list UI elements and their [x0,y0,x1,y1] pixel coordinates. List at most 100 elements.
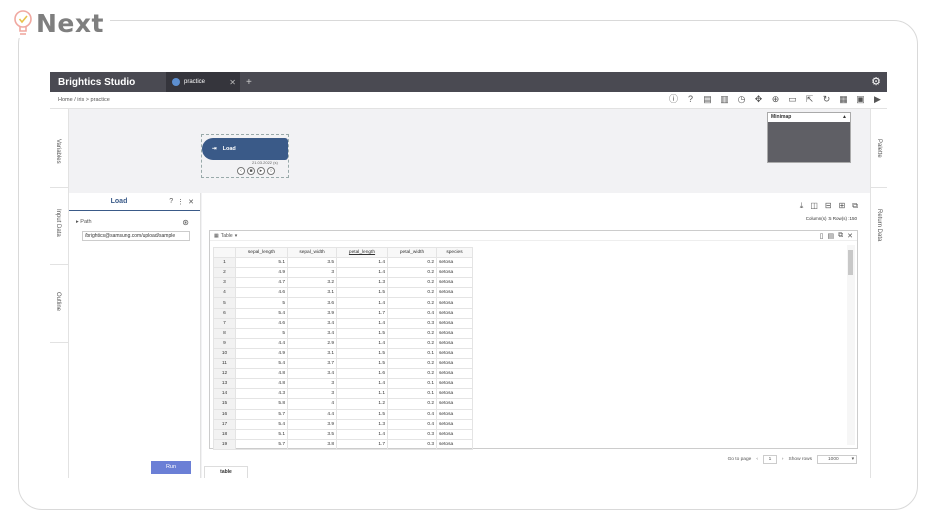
add-tab-button[interactable]: + [246,77,252,88]
row-index[interactable]: 1 [213,257,236,269]
row-index[interactable]: 8 [213,327,236,339]
table-cell[interactable]: 3.9 [287,307,337,319]
table-cell[interactable]: 1.4 [336,267,388,279]
row-index[interactable]: 4 [213,287,236,299]
row-index[interactable]: 19 [213,438,236,450]
help-icon[interactable]: ? [169,198,173,206]
calendar-icon[interactable]: ▣ [855,94,866,105]
chevron-up-icon[interactable]: ▲ [842,113,847,122]
table-row[interactable]: 12 4.8 3.4 1.6 0.2 setosa [213,368,473,380]
row-index[interactable]: 9 [213,337,236,349]
row-index[interactable]: 11 [213,358,236,370]
table-cell[interactable]: 1.7 [336,307,388,319]
workflow-canvas[interactable]: ⇥ Load 21.03.2022 (s) ‹ ■ ▸ ○ Minimap ▲ [69,109,870,193]
zoom-icon[interactable]: ⊕ [770,94,781,105]
tab-outline[interactable]: Outline [55,292,61,311]
split-horizontal-icon[interactable]: ⊟ [825,201,832,211]
table-cell[interactable]: setosa [436,408,473,420]
row-index[interactable]: 16 [213,408,236,420]
table-cell[interactable]: 0.2 [387,257,437,269]
table-cell[interactable]: 0.1 [387,378,437,390]
table-cell[interactable]: 1.4 [336,428,388,440]
table-cell[interactable]: 3 [287,388,337,400]
table-cell[interactable]: 0.2 [387,287,437,299]
scroll-thumb[interactable] [848,250,853,275]
table-cell[interactable]: 4 [287,398,337,410]
row-index[interactable]: 18 [213,428,236,440]
table-row[interactable]: 3 4.7 3.2 1.3 0.2 setosa [213,277,473,289]
table-row[interactable]: 19 5.7 3.8 1.7 0.3 setosa [213,438,473,450]
columns-icon[interactable]: ▤ [828,232,835,240]
column-header[interactable]: petal_width [387,246,437,259]
tab-palette[interactable]: Palette [876,139,882,158]
table-cell[interactable]: 0.3 [387,317,437,329]
more-icon[interactable]: ⋮ [177,198,184,206]
tab-variables[interactable]: Variables [55,139,61,164]
table-cell[interactable]: 5 [235,327,288,339]
column-header[interactable]: sepal_length [235,246,288,259]
globe-icon[interactable]: ⊛ [182,218,189,227]
table-row[interactable]: 6 5.4 3.9 1.7 0.4 setosa [213,307,473,319]
grid-title[interactable]: Table [221,233,233,239]
table-cell[interactable]: setosa [436,358,473,370]
row-index[interactable]: 17 [213,418,236,430]
table-row[interactable]: 14 4.3 3 1.1 0.1 setosa [213,388,473,400]
table-cell[interactable]: 1.5 [336,327,388,339]
table-cell[interactable]: 5.7 [235,408,288,420]
grid-icon[interactable]: ⊞ [839,201,846,211]
table-row[interactable]: 18 5.1 3.5 1.4 0.3 setosa [213,428,473,440]
copy-icon[interactable]: ⧉ [838,232,843,240]
table-cell[interactable]: 0.4 [387,418,437,430]
table-cell[interactable]: setosa [436,428,473,440]
tab-return-data[interactable]: Return Data [876,209,882,241]
row-index[interactable]: 13 [213,378,236,390]
node-settings-icon[interactable]: ○ [267,167,275,175]
next-page-icon[interactable]: › [782,457,784,462]
export-icon[interactable]: ⇱ [804,94,815,105]
table-cell[interactable]: 5.8 [235,398,288,410]
column-header[interactable]: petal_length [336,246,388,259]
chevron-down-icon[interactable]: ▾ [235,233,238,239]
table-cell[interactable]: 5.7 [235,438,288,450]
table-cell[interactable]: 3.9 [287,418,337,430]
file-icon[interactable]: ▯ [820,232,824,240]
table-cell[interactable]: 0.1 [387,388,437,400]
row-index[interactable]: 5 [213,297,236,309]
table-row[interactable]: 15 5.8 4 1.2 0.2 setosa [213,398,473,410]
table-cell[interactable]: 3.8 [287,438,337,450]
column-header[interactable]: sepal_width [287,246,337,259]
table-cell[interactable]: 1.3 [336,277,388,289]
node-back-icon[interactable]: ‹ [237,167,245,175]
table-row[interactable]: 7 4.6 3.4 1.4 0.3 setosa [213,317,473,329]
row-index[interactable]: 15 [213,398,236,410]
rows-select[interactable]: 1000 ▾ [817,455,857,464]
copy-icon[interactable]: ▤ [702,94,713,105]
table-cell[interactable]: setosa [436,388,473,400]
table-cell[interactable]: setosa [436,368,473,380]
table-cell[interactable]: 0.2 [387,277,437,289]
table-cell[interactable]: 3.5 [287,257,337,269]
path-input[interactable]: /brightics@samsung.com/upload/sample [82,231,190,241]
run-icon[interactable]: ▶ [872,94,883,105]
node-stop-icon[interactable]: ■ [247,167,255,175]
table-cell[interactable]: 4.6 [235,317,288,329]
table-cell[interactable]: 0.2 [387,337,437,349]
table-cell[interactable]: 1.4 [336,257,388,269]
table-cell[interactable]: 4.6 [235,287,288,299]
table-cell[interactable]: 5.4 [235,418,288,430]
table-cell[interactable]: setosa [436,398,473,410]
table-cell[interactable]: setosa [436,347,473,360]
table-cell[interactable]: 3.4 [287,327,337,339]
table-cell[interactable]: 1.4 [336,297,388,309]
table-cell[interactable]: 1.1 [336,388,388,400]
popout-icon[interactable]: ⧉ [852,201,858,211]
table-row[interactable]: 13 4.8 3 1.4 0.1 setosa [213,378,473,390]
save-icon[interactable]: ▦ [838,94,849,105]
table-cell[interactable]: 0.2 [387,398,437,410]
table-row[interactable]: 11 5.4 3.7 1.5 0.2 setosa [213,358,473,370]
close-icon[interactable]: ✕ [847,232,853,240]
info-icon[interactable]: ⓘ [668,94,679,105]
table-cell[interactable]: 1.5 [336,287,388,299]
load-node[interactable]: ⇥ Load [202,138,288,160]
table-cell[interactable]: 3.4 [287,368,337,380]
